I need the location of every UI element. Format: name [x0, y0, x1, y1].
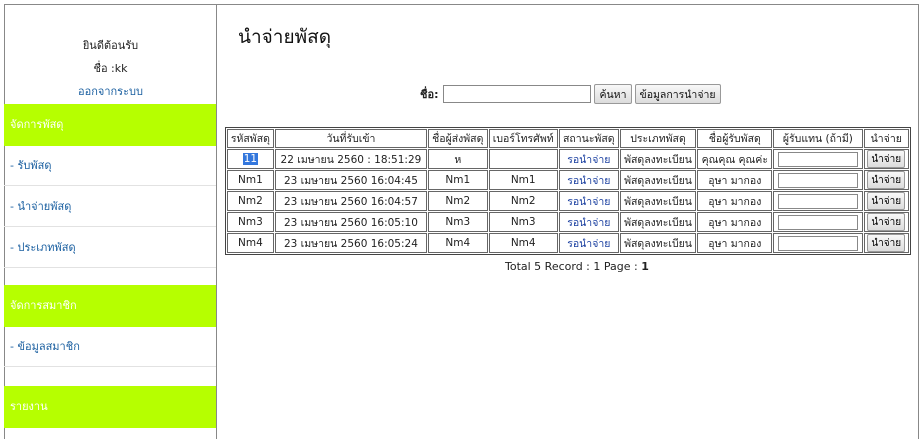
cell-type: พัสดุลงทะเบียน — [619, 212, 697, 232]
cell-action: นำจ่าย — [863, 170, 909, 190]
deliver-button[interactable]: นำจ่าย — [867, 171, 906, 189]
cell-proxy — [773, 191, 863, 211]
search-bar: ชื่อ: ค้นหา ข้อมูลการนำจ่าย — [420, 84, 721, 104]
col-date: วันที่รับเข้า — [274, 129, 428, 148]
cell-date: 23 เมษายน 2560 16:04:57 — [274, 191, 428, 211]
cell-date: 23 เมษายน 2560 16:05:24 — [274, 233, 428, 253]
cell-date: 22 เมษายน 2560 : 18:51:29 — [274, 149, 428, 169]
deliver-button[interactable]: นำจ่าย — [867, 192, 906, 210]
cell-action: นำจ่าย — [863, 212, 909, 232]
cell-date: 23 เมษายน 2560 16:04:45 — [274, 170, 428, 190]
deliver-button[interactable]: นำจ่าย — [867, 150, 906, 168]
table-row: 11 22 เมษายน 2560 : 18:51:29 ห รอนำจ่าย … — [227, 149, 909, 169]
sidebar-item-member-info[interactable]: - ข้อมูลสมาชิก — [4, 327, 216, 367]
cell-type: พัสดุลงทะเบียน — [619, 170, 697, 190]
section-parcel-management: จัดการพัสดุ — [4, 104, 216, 146]
cell-receiver: คุณคุณ คุณค่ะ — [697, 149, 773, 169]
cell-type: พัสดุลงทะเบียน — [619, 233, 697, 253]
cell-status: รอนำจ่าย — [558, 191, 619, 211]
cell-action: นำจ่าย — [863, 149, 909, 169]
parcel-id: 11 — [242, 153, 259, 165]
cell-type: พัสดุลงทะเบียน — [619, 191, 697, 211]
cell-id: Nm3 — [227, 212, 274, 232]
cell-proxy — [773, 149, 863, 169]
cell-status: รอนำจ่าย — [558, 170, 619, 190]
cell-id: Nm4 — [227, 233, 274, 253]
cell-id: Nm2 — [227, 191, 274, 211]
record-summary: Total 5 Record : 1 Page : — [505, 260, 638, 273]
cell-sender: ห — [428, 149, 488, 169]
sidebar-item-receive-parcel[interactable]: - รับพัสดุ — [4, 146, 216, 186]
col-proxy: ผู้รับแทน (ถ้ามี) — [773, 129, 863, 148]
sidebar-item-deliver-parcel[interactable]: - นำจ่ายพัสดุ — [4, 187, 216, 227]
cell-proxy — [773, 233, 863, 253]
table-row: Nm4 23 เมษายน 2560 16:05:24 Nm4 Nm4 รอนำ… — [227, 233, 909, 253]
sidebar-item-parcel-type[interactable]: - ประเภทพัสดุ — [4, 228, 216, 268]
cell-action: นำจ่าย — [863, 233, 909, 253]
cell-status: รอนำจ่าย — [558, 212, 619, 232]
cell-phone: Nm2 — [488, 191, 558, 211]
deliver-button[interactable]: นำจ่าย — [867, 234, 906, 252]
user-name: ชื่อ :kk — [93, 62, 128, 75]
col-sender: ชื่อผู้ส่งพัสดุ — [428, 129, 488, 148]
cell-phone: Nm4 — [488, 233, 558, 253]
cell-id: 11 — [227, 149, 274, 169]
proxy-input[interactable] — [777, 214, 858, 230]
cell-receiver: อุษา มากอง — [697, 233, 773, 253]
search-button[interactable]: ค้นหา — [594, 84, 632, 104]
cell-status: รอนำจ่าย — [558, 233, 619, 253]
proxy-input[interactable] — [777, 151, 858, 167]
sidebar: ยินดีต้อนรับ ชื่อ :kk ออกจากระบบ จัดการพ… — [4, 4, 217, 439]
search-input[interactable] — [443, 85, 592, 103]
cell-sender: Nm4 — [428, 233, 488, 253]
section-report[interactable]: รายงาน — [4, 386, 216, 428]
current-page[interactable]: 1 — [641, 260, 649, 273]
delivery-info-button[interactable]: ข้อมูลการนำจ่าย — [634, 84, 721, 104]
table-header-row: รหัสพัสดุ วันที่รับเข้า ชื่อผู้ส่งพัสดุ … — [227, 129, 909, 148]
proxy-input[interactable] — [777, 235, 858, 251]
page-title: นำจ่ายพัสดุ — [238, 26, 332, 48]
col-parcel-id: รหัสพัสดุ — [227, 129, 274, 148]
cell-phone — [488, 149, 558, 169]
col-type: ประเภทพัสดุ — [619, 129, 697, 148]
logout-link[interactable]: ออกจากระบบ — [4, 82, 217, 100]
col-action: นำจ่าย — [863, 129, 909, 148]
cell-id: Nm1 — [227, 170, 274, 190]
cell-date: 23 เมษายน 2560 16:05:10 — [274, 212, 428, 232]
table-row: Nm3 23 เมษายน 2560 16:05:10 Nm3 Nm3 รอนำ… — [227, 212, 909, 232]
cell-phone: Nm1 — [488, 170, 558, 190]
col-receiver: ชื่อผู้รับพัสดุ — [697, 129, 773, 148]
proxy-input[interactable] — [777, 193, 858, 209]
cell-sender: Nm1 — [428, 170, 488, 190]
table-row: Nm2 23 เมษายน 2560 16:04:57 Nm2 Nm2 รอนำ… — [227, 191, 909, 211]
cell-phone: Nm3 — [488, 212, 558, 232]
cell-status: รอนำจ่าย — [558, 149, 619, 169]
cell-proxy — [773, 212, 863, 232]
deliver-button[interactable]: นำจ่าย — [867, 213, 906, 231]
cell-sender: Nm2 — [428, 191, 488, 211]
cell-action: นำจ่าย — [863, 191, 909, 211]
cell-sender: Nm3 — [428, 212, 488, 232]
cell-receiver: อุษา มากอง — [697, 212, 773, 232]
cell-proxy — [773, 170, 863, 190]
search-label: ชื่อ: — [420, 88, 439, 101]
parcel-table: รหัสพัสดุ วันที่รับเข้า ชื่อผู้ส่งพัสดุ … — [225, 127, 911, 255]
col-phone: เบอร์โทรศัพท์ — [488, 129, 558, 148]
cell-type: พัสดุลงทะเบียน — [619, 149, 697, 169]
proxy-input[interactable] — [777, 172, 858, 188]
cell-receiver: อุษา มากอง — [697, 170, 773, 190]
table-row: Nm1 23 เมษายน 2560 16:04:45 Nm1 Nm1 รอนำ… — [227, 170, 909, 190]
pagination-summary: Total 5 Record : 1 Page : 1 — [505, 260, 649, 273]
col-status: สถานะพัสดุ — [558, 129, 619, 148]
section-member-management: จัดการสมาชิก — [4, 285, 216, 327]
welcome-text: ยินดีต้อนรับ — [82, 39, 139, 52]
cell-receiver: อุษา มากอง — [697, 191, 773, 211]
